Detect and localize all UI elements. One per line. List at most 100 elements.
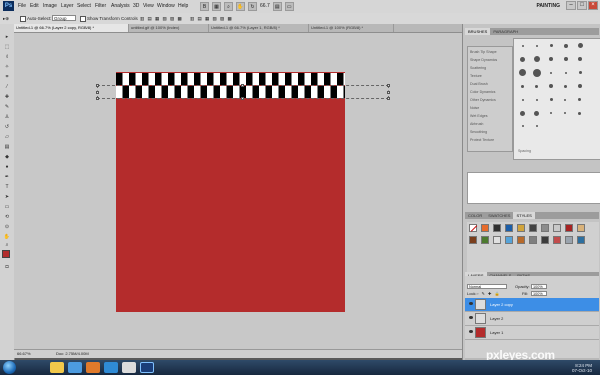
screen-mode-icon[interactable]: ▭ bbox=[284, 2, 294, 11]
brush-preset[interactable] bbox=[522, 99, 524, 101]
blur-tool-icon[interactable]: ◆ bbox=[2, 154, 12, 160]
document-tab-3[interactable]: Untitled-1 @ 66.7% (Layer 1, RGB/8) * bbox=[209, 24, 309, 32]
style-swatch[interactable] bbox=[481, 236, 489, 244]
hand-tool-icon[interactable]: ✋ bbox=[236, 2, 245, 11]
type-tool-icon[interactable]: T bbox=[2, 184, 12, 190]
brush-preset[interactable] bbox=[564, 57, 568, 61]
healing-brush-tool-icon[interactable]: ✚ bbox=[2, 94, 12, 100]
style-swatch[interactable] bbox=[469, 236, 477, 244]
brush-preset[interactable] bbox=[520, 111, 525, 116]
align-buttons[interactable]: ▥ ▤ ▦ ▧ ▨ ▩ bbox=[140, 16, 183, 22]
brush-preset[interactable] bbox=[578, 98, 581, 101]
menu-analysis[interactable]: Analysis bbox=[111, 3, 130, 9]
brush-preset[interactable] bbox=[550, 98, 553, 101]
layer-row[interactable]: Layer 2 bbox=[465, 312, 599, 326]
brush-preset[interactable] bbox=[565, 72, 567, 74]
transform-handle-bl[interactable] bbox=[96, 97, 99, 100]
foreground-color-swatch[interactable] bbox=[2, 250, 10, 258]
brush-preset[interactable] bbox=[522, 45, 524, 47]
tab-styles[interactable]: STYLES bbox=[513, 212, 535, 219]
bridge-icon[interactable]: B bbox=[200, 2, 209, 11]
menu-image[interactable]: Image bbox=[43, 3, 57, 9]
style-swatch[interactable] bbox=[481, 224, 489, 232]
style-swatch[interactable] bbox=[517, 224, 525, 232]
style-none-swatch[interactable] bbox=[469, 224, 478, 232]
history-brush-tool-icon[interactable]: ↺ bbox=[2, 124, 12, 130]
hand-tool-icon[interactable]: ✋ bbox=[2, 234, 12, 240]
menu-help[interactable]: Help bbox=[178, 3, 188, 9]
zoom-level-icon[interactable]: ⌕ bbox=[224, 2, 233, 11]
show-transform-checkbox[interactable] bbox=[80, 16, 86, 22]
style-swatch[interactable] bbox=[553, 224, 561, 232]
menu-window[interactable]: Window bbox=[157, 3, 175, 9]
brush-option[interactable]: Texture bbox=[470, 74, 482, 78]
lock-buttons[interactable]: ▫ ✎ ✚ 🔒 bbox=[477, 291, 500, 296]
brush-preset[interactable] bbox=[578, 84, 582, 88]
brush-preset[interactable] bbox=[536, 99, 538, 101]
brush-preset[interactable] bbox=[519, 69, 526, 76]
auto-select-dropdown[interactable]: Group bbox=[52, 15, 76, 21]
layer-row[interactable]: Layer 1 bbox=[465, 326, 599, 340]
taskbar-photoshop-icon[interactable] bbox=[140, 362, 154, 373]
style-swatch[interactable] bbox=[529, 224, 537, 232]
move-tool-preset-icon[interactable]: ▸⊕ bbox=[3, 16, 9, 22]
shape-tool-icon[interactable]: ▭ bbox=[2, 204, 12, 210]
layer-name[interactable]: Layer 2 bbox=[490, 316, 503, 321]
menu-3d[interactable]: 3D bbox=[133, 3, 139, 9]
style-swatch[interactable] bbox=[565, 224, 573, 232]
brush-preset[interactable] bbox=[579, 71, 582, 74]
document-canvas[interactable] bbox=[116, 72, 345, 312]
rotate-view-icon[interactable]: ↻ bbox=[248, 2, 257, 11]
transform-handle-tl[interactable] bbox=[96, 84, 99, 87]
checker-stripe-top[interactable] bbox=[116, 73, 345, 85]
tab-swatches[interactable]: SWATCHES bbox=[485, 212, 513, 219]
lasso-tool-icon[interactable]: ℓ bbox=[2, 54, 12, 60]
transform-handle-br[interactable] bbox=[387, 97, 390, 100]
style-swatch[interactable] bbox=[493, 236, 501, 244]
brush-preset[interactable] bbox=[549, 84, 553, 88]
document-tab-2[interactable]: untitled.gif @ 100% (Index) bbox=[129, 24, 209, 32]
brush-preset[interactable] bbox=[536, 125, 538, 127]
dodge-tool-icon[interactable]: ● bbox=[2, 164, 12, 170]
brush-preset[interactable] bbox=[550, 44, 553, 47]
taskbar-folder-icon[interactable] bbox=[50, 362, 64, 373]
arrange-documents-icon[interactable]: ▤ bbox=[272, 2, 282, 11]
move-tool-icon[interactable]: ▸ bbox=[2, 34, 12, 40]
brush-preset[interactable] bbox=[564, 85, 567, 88]
menu-layer[interactable]: Layer bbox=[61, 3, 74, 9]
style-swatch[interactable] bbox=[505, 224, 513, 232]
style-swatch[interactable] bbox=[517, 236, 525, 244]
brush-option[interactable]: Noise bbox=[470, 106, 479, 110]
brush-tool-icon[interactable]: ✎ bbox=[2, 104, 12, 110]
transform-handle-b[interactable] bbox=[241, 97, 244, 100]
marquee-tool-icon[interactable]: ⬚ bbox=[2, 44, 12, 50]
brush-option[interactable]: Airbrush bbox=[470, 122, 483, 126]
brush-preset[interactable] bbox=[534, 56, 540, 62]
brush-preset[interactable] bbox=[533, 69, 541, 77]
start-button-icon[interactable] bbox=[3, 361, 16, 374]
brush-preset[interactable] bbox=[578, 112, 581, 115]
fill-field[interactable]: 100% bbox=[531, 291, 547, 296]
style-swatch[interactable] bbox=[565, 236, 573, 244]
taskbar-clock[interactable]: 8:24 PM 07-Oct-10 bbox=[572, 363, 592, 373]
pen-tool-icon[interactable]: ✒ bbox=[2, 174, 12, 180]
auto-select-checkbox[interactable] bbox=[20, 16, 26, 22]
brush-option[interactable]: Wet Edges bbox=[470, 114, 488, 118]
menu-edit[interactable]: Edit bbox=[30, 3, 39, 9]
opacity-field[interactable]: 100% bbox=[531, 284, 547, 289]
transform-handle-tr[interactable] bbox=[387, 84, 390, 87]
taskbar-ie-icon[interactable] bbox=[68, 362, 82, 373]
transform-bounding-box[interactable] bbox=[96, 84, 390, 100]
quick-select-tool-icon[interactable]: ✧ bbox=[2, 64, 12, 70]
show-transform-option[interactable]: Show Transform Controls bbox=[80, 16, 138, 22]
tab-paragraph[interactable]: PARAGRAPH bbox=[490, 28, 521, 35]
brush-preset[interactable] bbox=[536, 45, 538, 47]
tab-color[interactable]: COLOR bbox=[465, 212, 485, 219]
menu-filter[interactable]: Filter bbox=[95, 3, 106, 9]
document-tab-1[interactable]: Untitled-1 @ 66.7% (Layer 2 copy, RGB/8)… bbox=[14, 24, 129, 32]
brush-preset[interactable] bbox=[578, 57, 582, 61]
brush-option[interactable]: Smoothing bbox=[470, 130, 487, 134]
taskbar-media-icon[interactable] bbox=[104, 362, 118, 373]
taskbar-firefox-icon[interactable] bbox=[86, 362, 100, 373]
taskbar-explorer-icon[interactable] bbox=[122, 362, 136, 373]
